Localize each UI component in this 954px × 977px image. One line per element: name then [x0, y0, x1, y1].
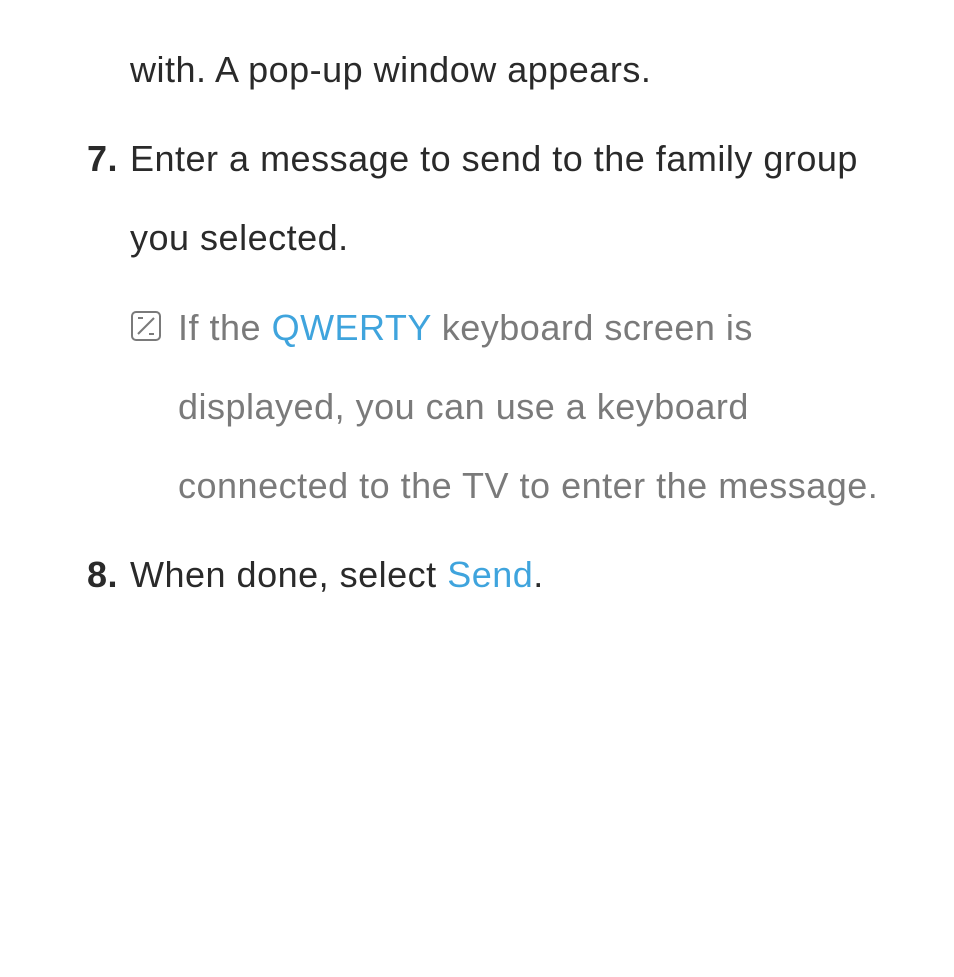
step-prefix: When done, select — [130, 554, 447, 595]
step-7: 7. Enter a message to send to the family… — [70, 119, 894, 277]
step-number: 8. — [70, 535, 118, 614]
continuation-text: with. A pop-up window appears. — [130, 30, 894, 109]
step-suffix: . — [533, 554, 544, 595]
note-block: If the QWERTY keyboard screen is display… — [130, 288, 894, 526]
note-icon — [130, 288, 170, 526]
step-text: When done, select Send. — [130, 535, 894, 614]
step-8: 8. When done, select Send. — [70, 535, 894, 614]
step-highlight: Send — [447, 554, 533, 595]
step-number: 7. — [70, 119, 118, 277]
note-prefix: If the — [178, 307, 272, 348]
note-text: If the QWERTY keyboard screen is display… — [178, 288, 894, 526]
note-highlight: QWERTY — [272, 307, 432, 348]
step-text: Enter a message to send to the family gr… — [130, 119, 894, 277]
